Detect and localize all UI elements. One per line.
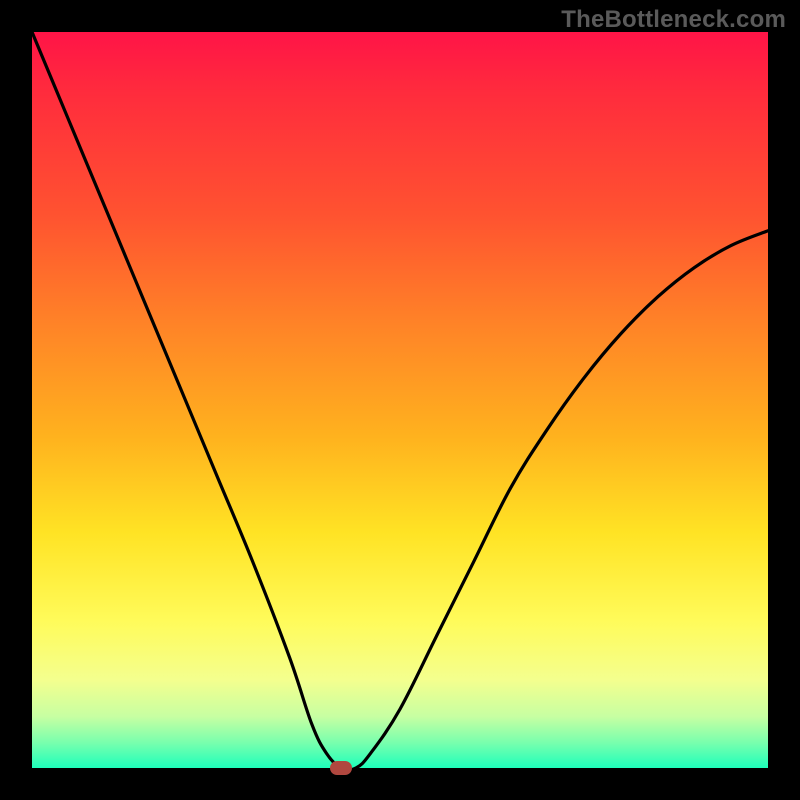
chart-frame: TheBottleneck.com xyxy=(0,0,800,800)
bottleneck-curve xyxy=(32,32,768,770)
curve-svg xyxy=(32,32,768,768)
watermark-text: TheBottleneck.com xyxy=(561,6,786,34)
minimum-marker xyxy=(330,761,352,775)
plot-area xyxy=(32,32,768,768)
